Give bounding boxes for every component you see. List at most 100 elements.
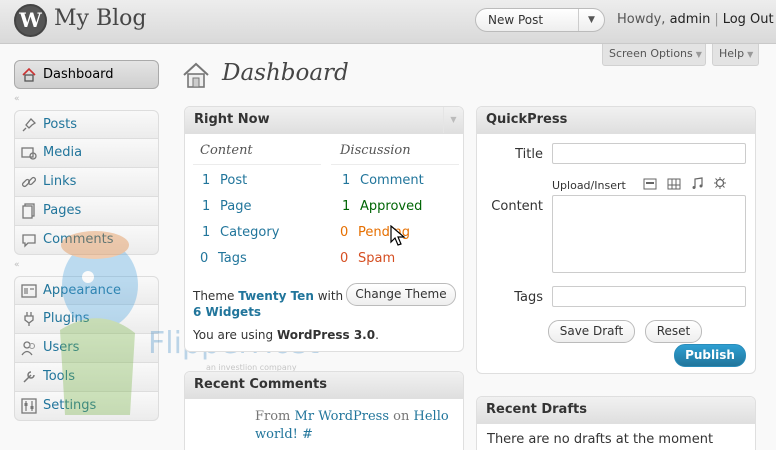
discussion-row-spam[interactable]: 0 Spam [340, 251, 395, 266]
title-input[interactable] [552, 143, 746, 164]
divider [193, 164, 321, 165]
menu-label: Links [43, 174, 77, 189]
publish-button[interactable]: Publish [674, 344, 746, 367]
count[interactable]: 1 [342, 173, 360, 188]
label[interactable]: Post [220, 173, 247, 188]
count[interactable]: 0 [200, 251, 218, 266]
menu-label: Posts [43, 117, 77, 132]
menu-item-appearance[interactable]: Appearance [14, 276, 159, 305]
screen-options-tab[interactable]: Screen Options ▼ [602, 44, 706, 66]
dashboard-house-icon [183, 62, 209, 88]
count[interactable]: 1 [342, 199, 360, 214]
quickpress-header[interactable]: QuickPress [477, 107, 755, 134]
chevron-down-icon[interactable]: ▼ [443, 107, 463, 133]
reset-button[interactable]: Reset [645, 320, 702, 343]
discussion-row-approved[interactable]: 1 Approved [342, 199, 422, 214]
upload-insert-label: Upload/Insert [552, 179, 626, 192]
menu-item-dashboard[interactable]: Dashboard [14, 60, 159, 89]
widgets-link[interactable]: 6 Widgets [193, 305, 261, 319]
user-profile-link[interactable]: admin [670, 12, 711, 27]
content-row-categories[interactable]: 1 Category [202, 225, 279, 240]
recent-comments-header[interactable]: Recent Comments [185, 372, 463, 399]
widgets-info: 6 Widgets [193, 305, 261, 319]
tags-label: Tags [514, 290, 543, 305]
right-now-header[interactable]: Right Now ▼ [185, 107, 463, 134]
tags-input[interactable] [552, 286, 746, 307]
menu-label: Media [43, 145, 83, 160]
help-label[interactable]: Help [719, 47, 744, 60]
change-theme-button[interactable]: Change Theme [346, 283, 456, 306]
chevron-down-icon[interactable]: ▼ [578, 9, 604, 31]
label[interactable]: Category [220, 225, 279, 240]
menu-item-pages[interactable]: Pages [14, 197, 159, 226]
mouse-cursor-icon [390, 225, 406, 246]
house-icon [22, 67, 36, 82]
version-info: You are using WordPress 3.0. [193, 328, 379, 342]
menu-separator-arrow-icon[interactable]: « [14, 89, 159, 110]
users-icon [21, 341, 36, 356]
content-heading: Content [200, 143, 253, 158]
content-row-tags[interactable]: 0 Tags [200, 251, 247, 266]
label[interactable]: Comment [360, 173, 424, 188]
page-title: Dashboard [222, 60, 349, 86]
theme-info: Theme Twenty Ten with [193, 289, 343, 303]
menu-item-settings[interactable]: Settings [14, 392, 159, 421]
box-title: Recent Drafts [486, 402, 587, 417]
comment-author-link[interactable]: Mr WordPress [295, 409, 390, 424]
add-media-gear-icon[interactable] [713, 177, 727, 189]
theme-with: with [313, 289, 344, 303]
comment-item: From Mr WordPress on Hello world! # [255, 408, 455, 444]
from-text: From [255, 409, 295, 424]
menu-item-plugins[interactable]: Plugins [14, 305, 159, 334]
admin-menu: Dashboard « Posts Media Links Pages Comm… [14, 60, 159, 421]
theme-name-link[interactable]: Twenty Ten [238, 289, 314, 303]
add-image-icon[interactable] [643, 178, 657, 190]
menu-item-tools[interactable]: Tools [14, 363, 159, 392]
count[interactable]: 0 [340, 251, 358, 266]
content-textarea[interactable] [552, 195, 746, 273]
add-video-icon[interactable] [667, 178, 681, 190]
menu-label: Appearance [43, 283, 122, 298]
menu-item-comments[interactable]: Comments [14, 226, 159, 255]
count[interactable]: 1 [202, 173, 220, 188]
recent-comments-box: Recent Comments From Mr WordPress on Hel… [184, 371, 464, 450]
menu-item-links[interactable]: Links [14, 168, 159, 197]
recent-drafts-header[interactable]: Recent Drafts [477, 397, 755, 424]
add-audio-icon[interactable] [691, 177, 705, 189]
content-row-pages[interactable]: 1 Page [202, 199, 251, 214]
box-title: Right Now [194, 112, 270, 127]
howdy-text: Howdy, [617, 12, 670, 27]
count[interactable]: 1 [202, 199, 220, 214]
quickpress-box: QuickPress Title Upload/Insert Content T… [476, 106, 756, 374]
screen-options-label[interactable]: Screen Options [609, 47, 693, 60]
menu-item-users[interactable]: Users [14, 334, 159, 363]
title-label: Title [515, 147, 543, 162]
wordpress-logo-icon[interactable]: W [14, 4, 47, 37]
count[interactable]: 1 [202, 225, 220, 240]
favorite-action-label[interactable]: New Post [488, 13, 543, 27]
label[interactable]: Spam [358, 251, 395, 266]
help-tab[interactable]: Help ▼ [712, 44, 759, 66]
box-title: Recent Comments [194, 377, 327, 392]
label[interactable]: Tags [218, 251, 247, 266]
discussion-row-comments[interactable]: 1 Comment [342, 173, 424, 188]
label[interactable]: Page [220, 199, 251, 214]
user-info: Howdy, admin | Log Out [617, 12, 774, 27]
save-draft-button[interactable]: Save Draft [548, 320, 635, 343]
menu-label: Plugins [43, 311, 90, 326]
menu-label: Dashboard [43, 67, 114, 82]
content-label: Content [491, 199, 543, 214]
favorite-actions-dropdown[interactable]: New Post ▼ [475, 8, 605, 32]
menu-separator-arrow-icon[interactable]: « [14, 255, 159, 276]
label[interactable]: Approved [360, 199, 422, 214]
chevron-down-icon: ▼ [747, 50, 754, 59]
logout-link[interactable]: Log Out [723, 12, 774, 27]
menu-label: Settings [43, 398, 97, 413]
menu-label: Users [43, 340, 80, 355]
content-row-posts[interactable]: 1 Post [202, 173, 247, 188]
menu-item-posts[interactable]: Posts [14, 110, 159, 139]
menu-item-media[interactable]: Media [14, 139, 159, 168]
site-title[interactable]: My Blog [54, 6, 146, 31]
admin-header: W My Blog New Post ▼ Howdy, admin | Log Ou… [0, 0, 776, 44]
count[interactable]: 0 [340, 225, 358, 240]
